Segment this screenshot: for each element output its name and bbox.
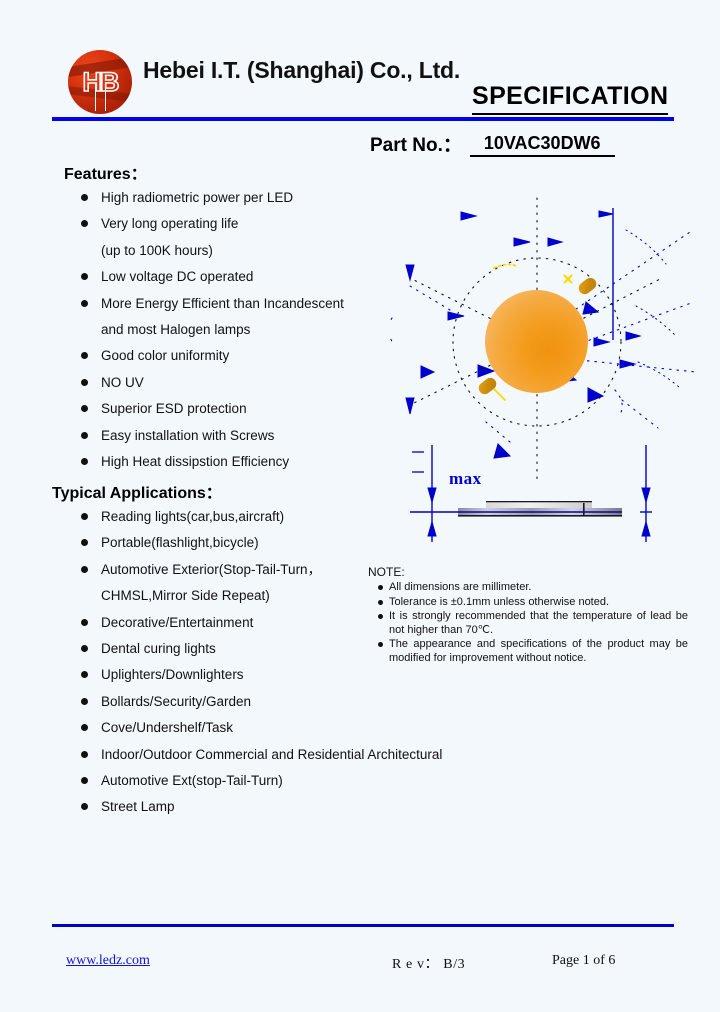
bullet-icon [81,273,88,281]
feature-item-label: Superior ESD protection [101,401,247,417]
feature-item-label: and most Halogen lamps [101,322,251,338]
footer-divider-rule [52,924,674,927]
applications-heading: Typical Applications： [52,485,222,502]
bullet-icon [81,194,88,201]
feature-item: NO UV [80,370,390,396]
led-emitter-dome [485,290,588,393]
application-item-label: Dental curing lights [101,641,216,657]
bullet-icon [378,614,383,620]
application-item-label: Street Lamp [101,799,175,815]
page-footer: www.ledz.com R e v： B/3 Page 1 of 6 [52,953,674,975]
note-item-label: All dimensions are millimeter. [389,581,532,593]
logo-hb-monogram: HB [82,66,121,98]
company-logo: HB [68,50,132,114]
feature-item-label: NO UV [101,374,144,390]
bullet-icon [81,803,88,811]
bullet-icon [81,513,88,520]
note-item: It is strongly recommended that the temp… [378,610,688,637]
datasheet-page: HB Hebei I.T. (Shanghai) Co., Ltd. SPECI… [0,0,720,1012]
max-dimension-label: max [449,469,482,488]
bullet-icon [81,645,88,653]
header-divider-rule [52,117,674,121]
feature-item: High radiometric power per LED [80,185,390,211]
feature-item: Good color uniformity [80,343,390,369]
application-item-label: Reading lights(car,bus,aircraft) [101,509,285,524]
note-item: All dimensions are millimeter. [378,581,688,595]
bullet-icon [81,750,88,758]
note-item: Tolerance is ±0.1mm unless otherwise not… [378,596,688,610]
feature-item-label: Low voltage DC operated [101,269,254,285]
bullet-icon [81,405,88,413]
bullet-icon [81,697,88,705]
note-title: NOTE: [368,565,405,579]
application-item-label: Portable(flashlight,bicycle) [101,535,259,551]
application-item: Automotive Ext(stop-Tail-Turn) [80,768,510,794]
feature-item: Very long operating life [80,211,390,237]
features-heading: Features： [64,166,147,183]
company-name: Hebei I.T. (Shanghai) Co., Ltd. [143,57,461,83]
technical-drawing: max [390,190,700,550]
feature-item-label: Very long operating life [101,216,239,232]
features-list: High radiometric power per LED Very long … [80,185,390,475]
note-item-label: It is strongly recommended that the temp… [389,610,688,636]
bullet-icon [81,378,88,386]
bullet-icon [81,458,88,466]
bullet-icon [81,220,88,228]
application-item-label: Bollards/Security/Garden [101,693,252,709]
feature-item-label: High Heat dissipstion Efficiency [101,454,290,470]
bullet-icon [81,431,88,439]
bullet-icon [81,299,88,307]
part-number-value: 10VAC30DW6 [483,133,601,153]
feature-item-label: More Energy Efficient than Incandescent [101,295,344,311]
note-item-label: Tolerance is ±0.1mm unless otherwise not… [389,595,610,608]
note-block: NOTE: All dimensions are millimeter. Tole… [368,565,688,667]
application-item-label: Uplighters/Downlighters [101,667,244,683]
page-number-label: Page 1 of 6 [552,953,616,968]
bullet-icon [81,671,88,679]
feature-item-label: Good color uniformity [101,348,230,364]
feature-item-label: High radiometric power per LED [101,190,294,205]
part-number-row: Part No.： 10VAC30DW6 [370,130,615,157]
website-link[interactable]: www.ledz.com [66,953,150,969]
application-item-label: Automotive Ext(stop-Tail-Turn) [101,773,283,789]
application-item-label: CHMSL,Mirror Side Repeat) [101,588,270,604]
feature-item: More Energy Efficient than Incandescent [80,291,390,317]
revision-label: R e v： B/3 [392,957,466,972]
application-item-label: Cove/Undershelf/Task [101,720,234,736]
application-item-label: Indoor/Outdoor Commercial and Residentia… [101,746,443,762]
part-number-field: 10VAC30DW6 [469,133,615,157]
application-item: Street Lamp [80,794,510,820]
feature-item: and most Halogen lamps [80,317,390,343]
bullet-icon [378,599,383,605]
bullet-icon [81,777,88,785]
note-list: All dimensions are millimeter. Tolerance … [368,581,688,666]
part-number-label: Part No.： [370,135,462,156]
application-item-label: Decorative/Entertainment [101,614,254,630]
application-item: Cove/Undershelf/Task [80,715,510,741]
page-header: HB Hebei I.T. (Shanghai) Co., Ltd. SPECI… [0,0,720,157]
bullet-icon [81,565,88,573]
bullet-icon [378,585,383,590]
application-item: Indoor/Outdoor Commercial and Residentia… [80,742,510,768]
bullet-icon [378,642,383,648]
bullet-icon [81,724,88,732]
feature-item: (up to 100K hours) [80,238,390,264]
note-item: The appearance and specifications of the… [378,638,688,665]
feature-item: Low voltage DC operated [80,264,390,290]
application-item: Bollards/Security/Garden [80,689,510,715]
feature-item: High Heat dissipstion Efficiency [80,449,390,475]
page-title: SPECIFICATION [472,82,669,115]
feature-item-label: (up to 100K hours) [101,242,213,258]
bullet-icon [81,352,88,360]
feature-item: Easy installation with Screws [80,423,390,449]
bullet-icon [81,539,88,547]
feature-item: Superior ESD protection [80,396,390,422]
note-item-label: The appearance and specifications of the… [389,638,688,664]
bullet-icon [81,618,88,626]
feature-item-label: Easy installation with Screws [101,427,275,443]
application-item-label: Automotive Exterior(Stop-Tail-Turn， [101,561,322,577]
